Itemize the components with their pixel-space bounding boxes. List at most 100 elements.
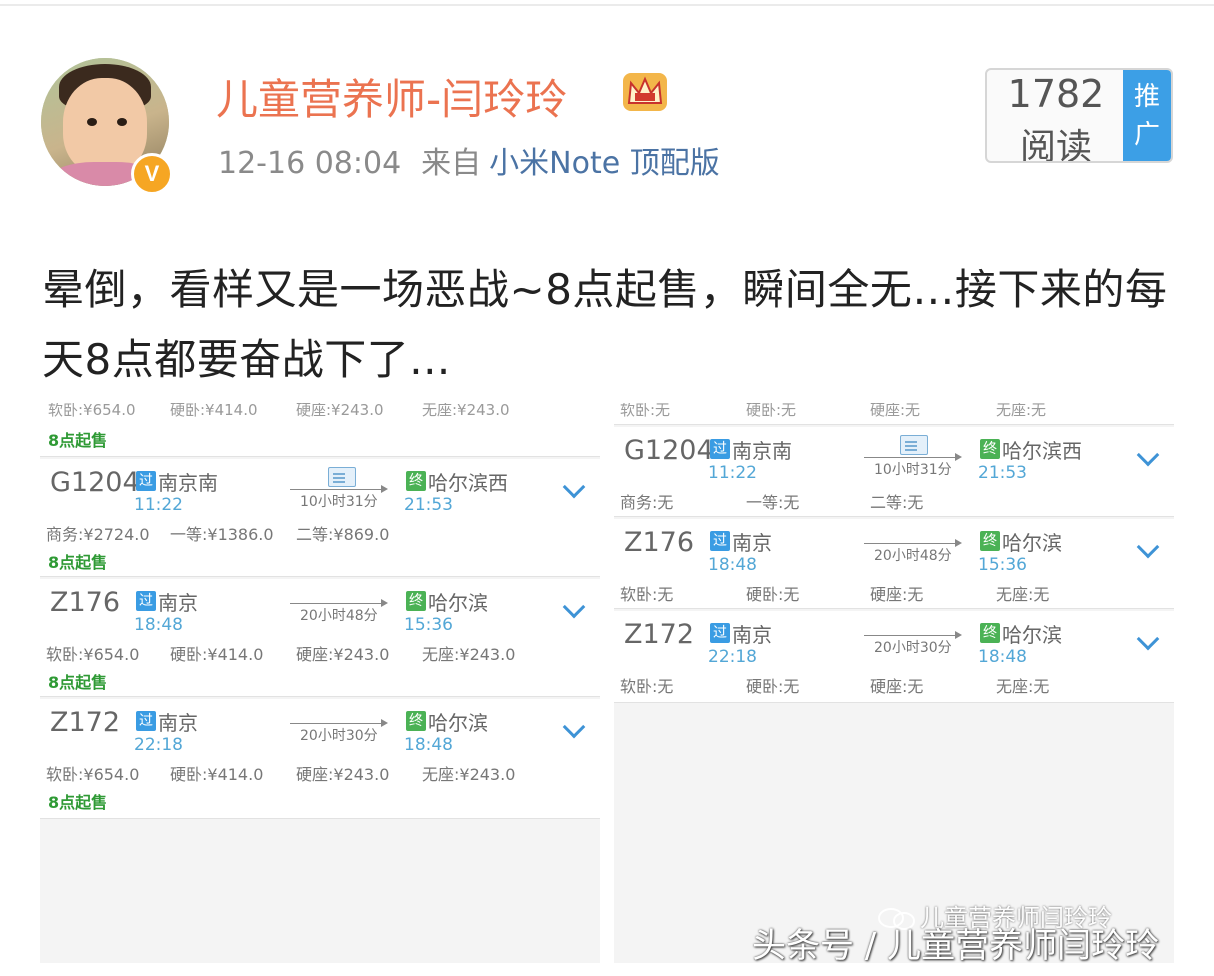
crown-icon bbox=[623, 73, 667, 111]
partial-prices: 软卧:¥654.0 硬卧:¥414.0 硬座:¥243.0 无座:¥243.0 bbox=[40, 403, 600, 419]
duration-arrow bbox=[955, 539, 962, 547]
to-station: 哈尔滨西 bbox=[1002, 439, 1082, 463]
duration-arrow bbox=[381, 719, 388, 727]
read-count: 1782 bbox=[1007, 72, 1105, 116]
arrive-time: 21:53 bbox=[978, 463, 1027, 483]
arrive-time: 21:53 bbox=[404, 495, 453, 515]
train-row[interactable]: Z172 过 南京 22:18 20小时30分 终 哈尔滨 18:48 软卧:¥… bbox=[40, 699, 600, 819]
price: 商务:无 bbox=[620, 493, 674, 512]
chevron-down-icon[interactable] bbox=[1136, 535, 1160, 559]
duration-line bbox=[290, 489, 382, 490]
arrive-time: 15:36 bbox=[404, 615, 453, 635]
depart-time: 18:48 bbox=[134, 615, 183, 635]
duration-arrow bbox=[381, 485, 388, 493]
train-row[interactable]: Z176 过 南京 18:48 20小时48分 终 哈尔滨 15:36 软卧:无… bbox=[614, 519, 1174, 609]
from-station: 南京南 bbox=[158, 471, 218, 495]
partial-prices: 软卧:无 硬卧:无 硬座:无 无座:无 bbox=[614, 403, 1174, 419]
pass-tag: 过 bbox=[710, 623, 730, 643]
to-station: 哈尔滨 bbox=[428, 711, 488, 735]
terminal-tag: 终 bbox=[406, 471, 426, 491]
avatar-eye bbox=[117, 118, 127, 126]
pass-tag: 过 bbox=[136, 711, 156, 731]
train-row[interactable]: G1204 过 南京南 11:22 10小时31分 终 哈尔滨西 21:53 商… bbox=[614, 427, 1174, 517]
to-station: 哈尔滨西 bbox=[428, 471, 508, 495]
arrive-time: 18:48 bbox=[404, 735, 453, 755]
from-station: 南京 bbox=[158, 591, 198, 615]
left-screenshot: 软卧:¥654.0 硬卧:¥414.0 硬座:¥243.0 无座:¥243.0 … bbox=[40, 403, 600, 963]
sale-status: 8点起售 bbox=[48, 793, 108, 812]
train-row-partial: 软卧:无 硬卧:无 硬座:无 无座:无 bbox=[614, 403, 1174, 425]
to-station: 哈尔滨 bbox=[1002, 531, 1062, 555]
price: 硬座:无 bbox=[870, 403, 921, 419]
duration: 20小时48分 bbox=[300, 608, 378, 624]
duration-line bbox=[290, 603, 382, 604]
terminal-tag: 终 bbox=[980, 623, 1000, 643]
price: 硬座:¥243.0 bbox=[296, 645, 390, 664]
duration-line bbox=[864, 635, 956, 636]
terminal-tag: 终 bbox=[980, 531, 1000, 551]
device-link[interactable]: 小米Note 顶配版 bbox=[489, 146, 720, 181]
terminal-tag: 终 bbox=[406, 591, 426, 611]
train-row[interactable]: G1204 过 南京南 11:22 10小时31分 终 哈尔滨西 21:53 商… bbox=[40, 459, 600, 577]
price: 硬座:无 bbox=[870, 677, 924, 696]
depart-time: 11:22 bbox=[708, 463, 757, 483]
price: 无座:¥243.0 bbox=[422, 403, 510, 419]
price: 软卧:无 bbox=[620, 403, 671, 419]
price: 一等:¥1386.0 bbox=[170, 525, 274, 544]
chevron-down-icon[interactable] bbox=[562, 715, 586, 739]
promote-button[interactable]: 推广 bbox=[1123, 70, 1171, 161]
train-row[interactable]: Z176 过 南京 18:48 20小时48分 终 哈尔滨 15:36 软卧:¥… bbox=[40, 579, 600, 697]
pass-tag: 过 bbox=[136, 471, 156, 491]
read-label: 阅读 bbox=[1019, 127, 1092, 163]
verified-badge-icon: V bbox=[131, 153, 173, 195]
price: 硬卧:无 bbox=[746, 403, 797, 419]
from-station: 南京南 bbox=[732, 439, 792, 463]
terminal-tag: 终 bbox=[980, 439, 1000, 459]
post-text: 晕倒，看样又是一场恶战~8点起售，瞬间全无…接下来的每天8点都要奋战下了... bbox=[42, 265, 1168, 384]
price: 一等:无 bbox=[746, 493, 800, 512]
price: 硬卧:¥414.0 bbox=[170, 765, 264, 784]
sale-status: 8点起售 bbox=[48, 553, 108, 572]
id-card-icon bbox=[328, 467, 356, 487]
price: 硬卧:¥414.0 bbox=[170, 645, 264, 664]
from-station: 南京 bbox=[732, 531, 772, 555]
price: 硬卧:无 bbox=[746, 585, 800, 604]
duration-line bbox=[864, 457, 956, 458]
price: 软卧:无 bbox=[620, 677, 674, 696]
to-station: 哈尔滨 bbox=[1002, 623, 1062, 647]
sale-status: 8点起售 bbox=[48, 431, 108, 450]
duration: 10小时31分 bbox=[300, 494, 378, 510]
duration: 20小时48分 bbox=[874, 548, 952, 564]
username[interactable]: 儿童营养师-闫玲玲 bbox=[216, 66, 567, 127]
chevron-down-icon[interactable] bbox=[1136, 627, 1160, 651]
price: 硬座:¥243.0 bbox=[296, 403, 384, 419]
post-meta: 12-16 08:04 来自 小米Note 顶配版 bbox=[218, 138, 720, 182]
train-row-partial: 软卧:¥654.0 硬卧:¥414.0 硬座:¥243.0 无座:¥243.0 … bbox=[40, 403, 600, 457]
price: 硬卧:¥414.0 bbox=[170, 403, 258, 419]
price: 商务:¥2724.0 bbox=[46, 525, 150, 544]
train-number: Z176 bbox=[624, 527, 695, 558]
train-number: Z172 bbox=[624, 619, 695, 650]
price: 硬座:¥243.0 bbox=[296, 765, 390, 784]
source-prefix: 来自 bbox=[421, 146, 482, 181]
train-row[interactable]: Z172 过 南京 22:18 20小时30分 终 哈尔滨 18:48 软卧:无… bbox=[614, 611, 1174, 703]
pass-tag: 过 bbox=[710, 531, 730, 551]
depart-time: 11:22 bbox=[134, 495, 183, 515]
to-station: 哈尔滨 bbox=[428, 591, 488, 615]
duration-arrow bbox=[955, 453, 962, 461]
price: 无座:¥243.0 bbox=[422, 645, 516, 664]
train-number: Z176 bbox=[50, 587, 121, 618]
duration-line bbox=[864, 543, 956, 544]
chevron-down-icon[interactable] bbox=[1136, 443, 1160, 467]
price: 软卧:¥654.0 bbox=[48, 403, 136, 419]
avatar-eye bbox=[87, 118, 97, 126]
price: 二等:¥869.0 bbox=[296, 525, 390, 544]
duration: 10小时31分 bbox=[874, 462, 952, 478]
train-number: Z172 bbox=[50, 707, 121, 738]
train-number: G1204 bbox=[50, 467, 140, 498]
chevron-down-icon[interactable] bbox=[562, 595, 586, 619]
chevron-down-icon[interactable] bbox=[562, 475, 586, 499]
price: 无座:无 bbox=[996, 403, 1047, 419]
post-timestamp: 12-16 08:04 bbox=[218, 146, 402, 181]
price: 软卧:¥654.0 bbox=[46, 765, 140, 784]
